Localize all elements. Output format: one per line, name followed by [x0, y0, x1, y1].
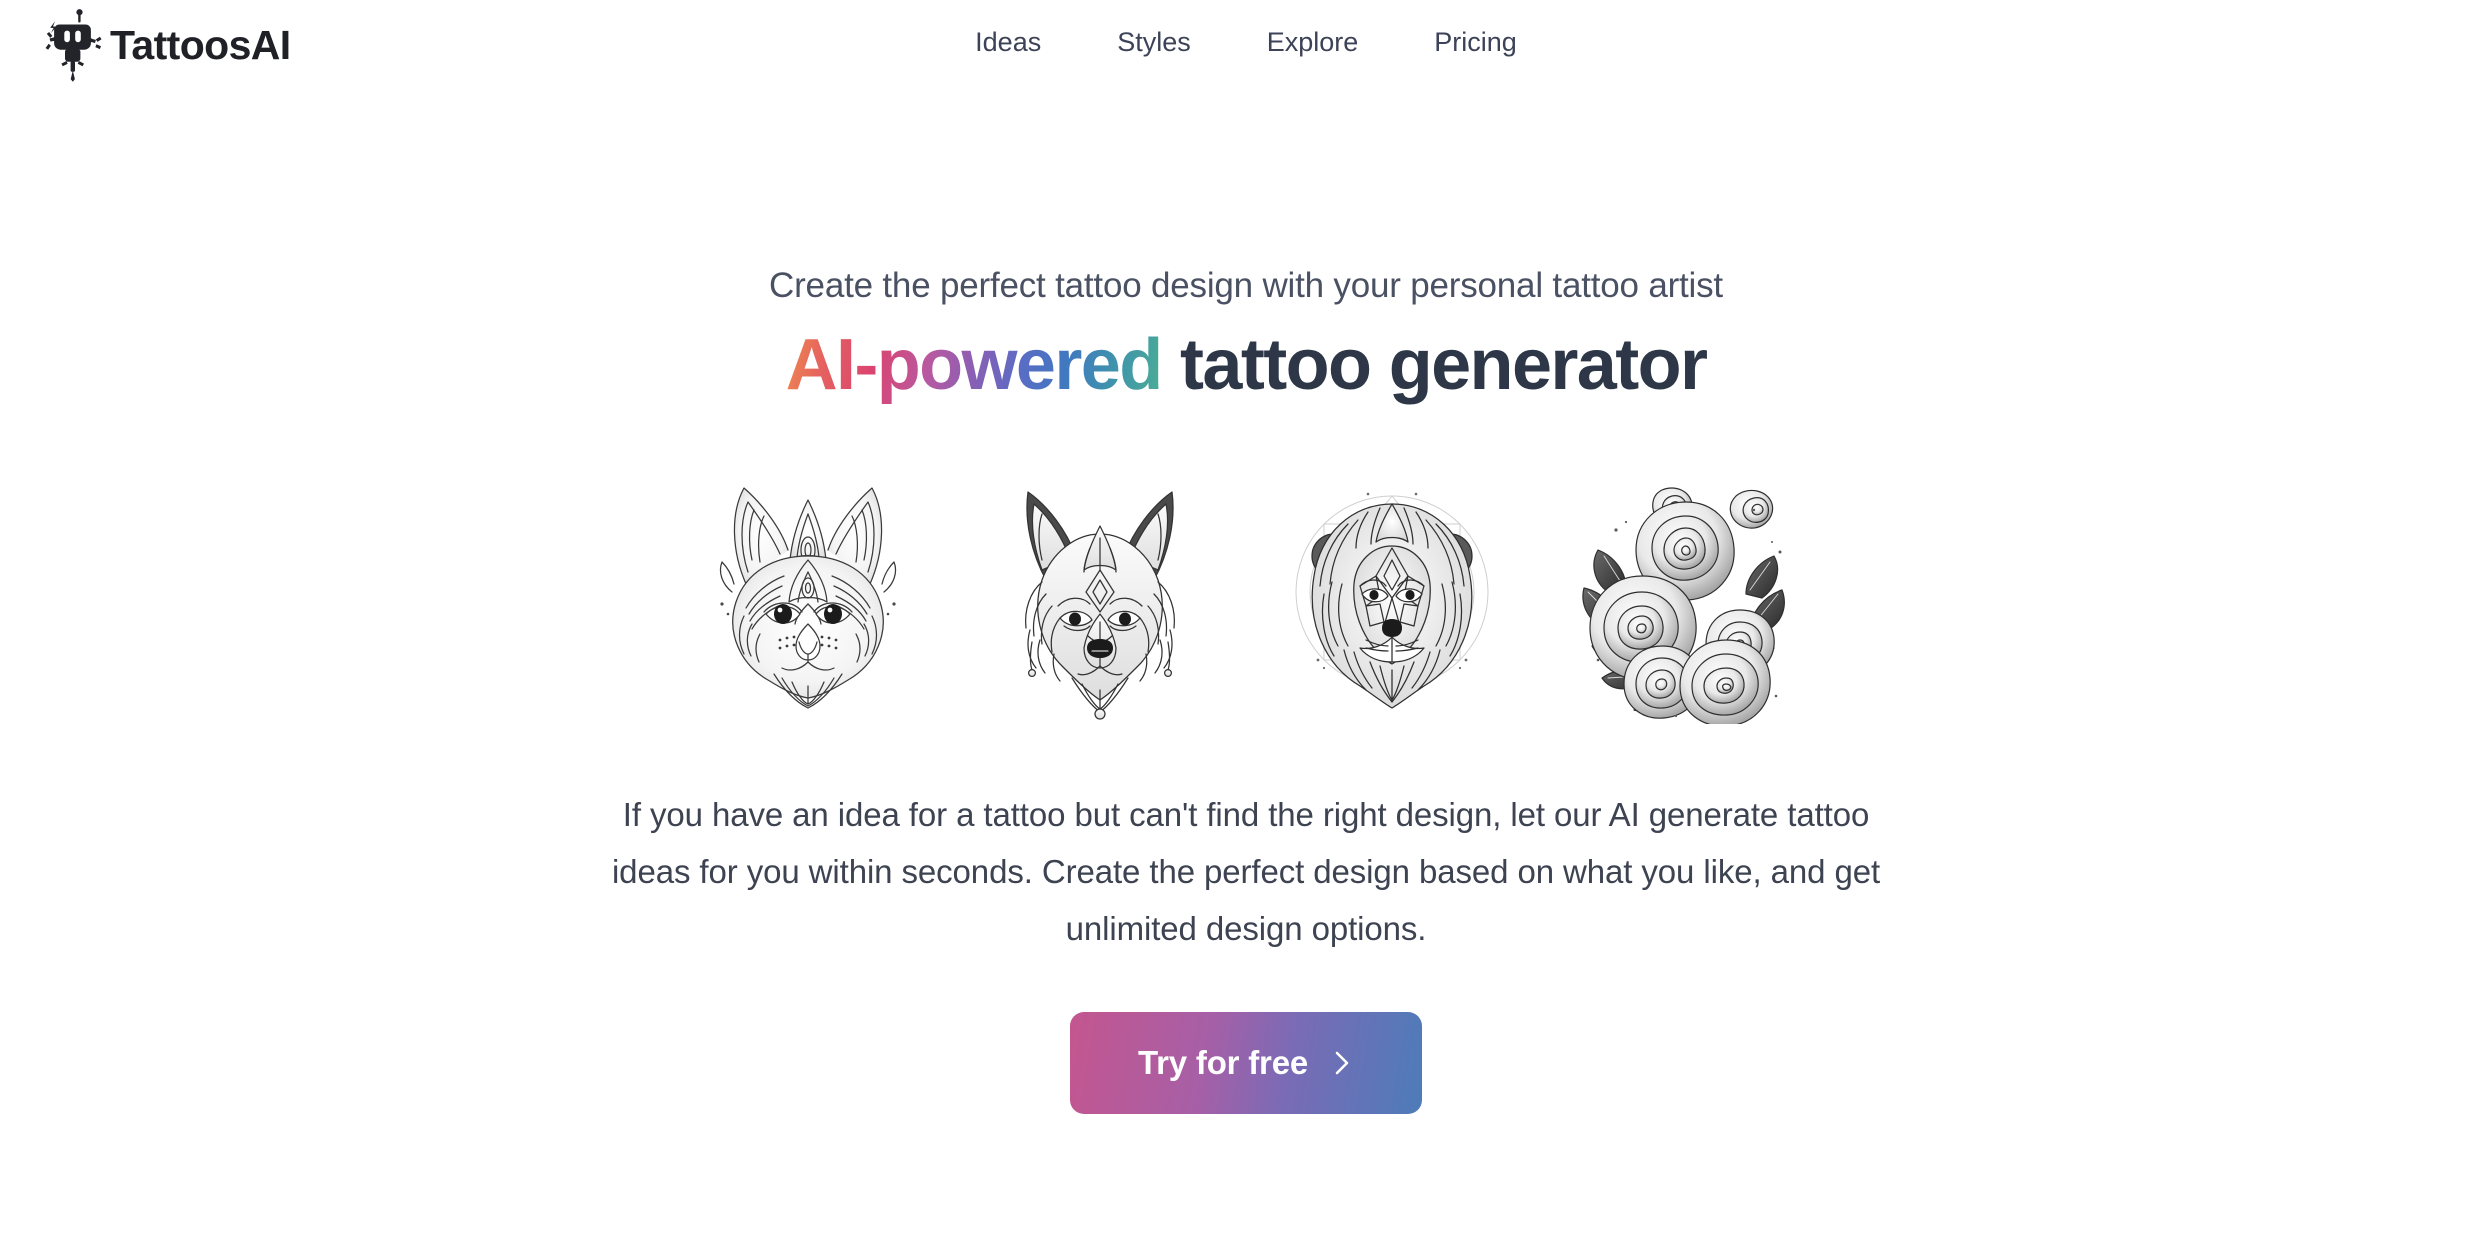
- nav-item-styles[interactable]: Styles: [1079, 22, 1229, 64]
- nav-item-pricing[interactable]: Pricing: [1396, 22, 1555, 64]
- cat-tattoo-icon: [688, 464, 928, 724]
- tattoo-gallery-item[interactable]: [965, 453, 1235, 736]
- tattoo-gallery: [673, 453, 1819, 736]
- try-for-free-button[interactable]: Try for free: [1070, 1011, 1422, 1114]
- hero-description: If you have an idea for a tattoo but can…: [611, 796, 1881, 947]
- page-title: AI-powered tattoo generator: [785, 324, 1708, 408]
- chevron-right-icon: [1330, 1048, 1354, 1078]
- wolf-tattoo-icon: [980, 464, 1220, 724]
- hero-title-space: [1162, 325, 1180, 405]
- main-navigation: Ideas Styles Explore Pricing: [0, 22, 2492, 64]
- hero-section: Create the perfect tattoo design with yo…: [0, 92, 2492, 1114]
- hero-title-plain: tattoo generator: [1180, 324, 1708, 405]
- roses-tattoo-icon: [1564, 464, 1804, 725]
- nav-item-explore[interactable]: Explore: [1229, 22, 1397, 64]
- nav-item-ideas[interactable]: Ideas: [937, 22, 1079, 64]
- cta-container: Try for free: [1070, 1011, 1422, 1114]
- tattoo-gallery-item[interactable]: [1257, 453, 1527, 736]
- hero-eyebrow: Create the perfect tattoo design with yo…: [769, 266, 1723, 305]
- lion-tattoo-icon: [1272, 464, 1512, 724]
- site-header: TattoosAI Ideas Styles Explore Pricing: [0, 0, 2492, 92]
- hero-title-gradient: AI-powered: [785, 324, 1164, 405]
- tattoo-gallery-item[interactable]: [1549, 453, 1819, 736]
- cta-label: Try for free: [1138, 1044, 1308, 1082]
- tattoo-gallery-item[interactable]: [673, 453, 943, 736]
